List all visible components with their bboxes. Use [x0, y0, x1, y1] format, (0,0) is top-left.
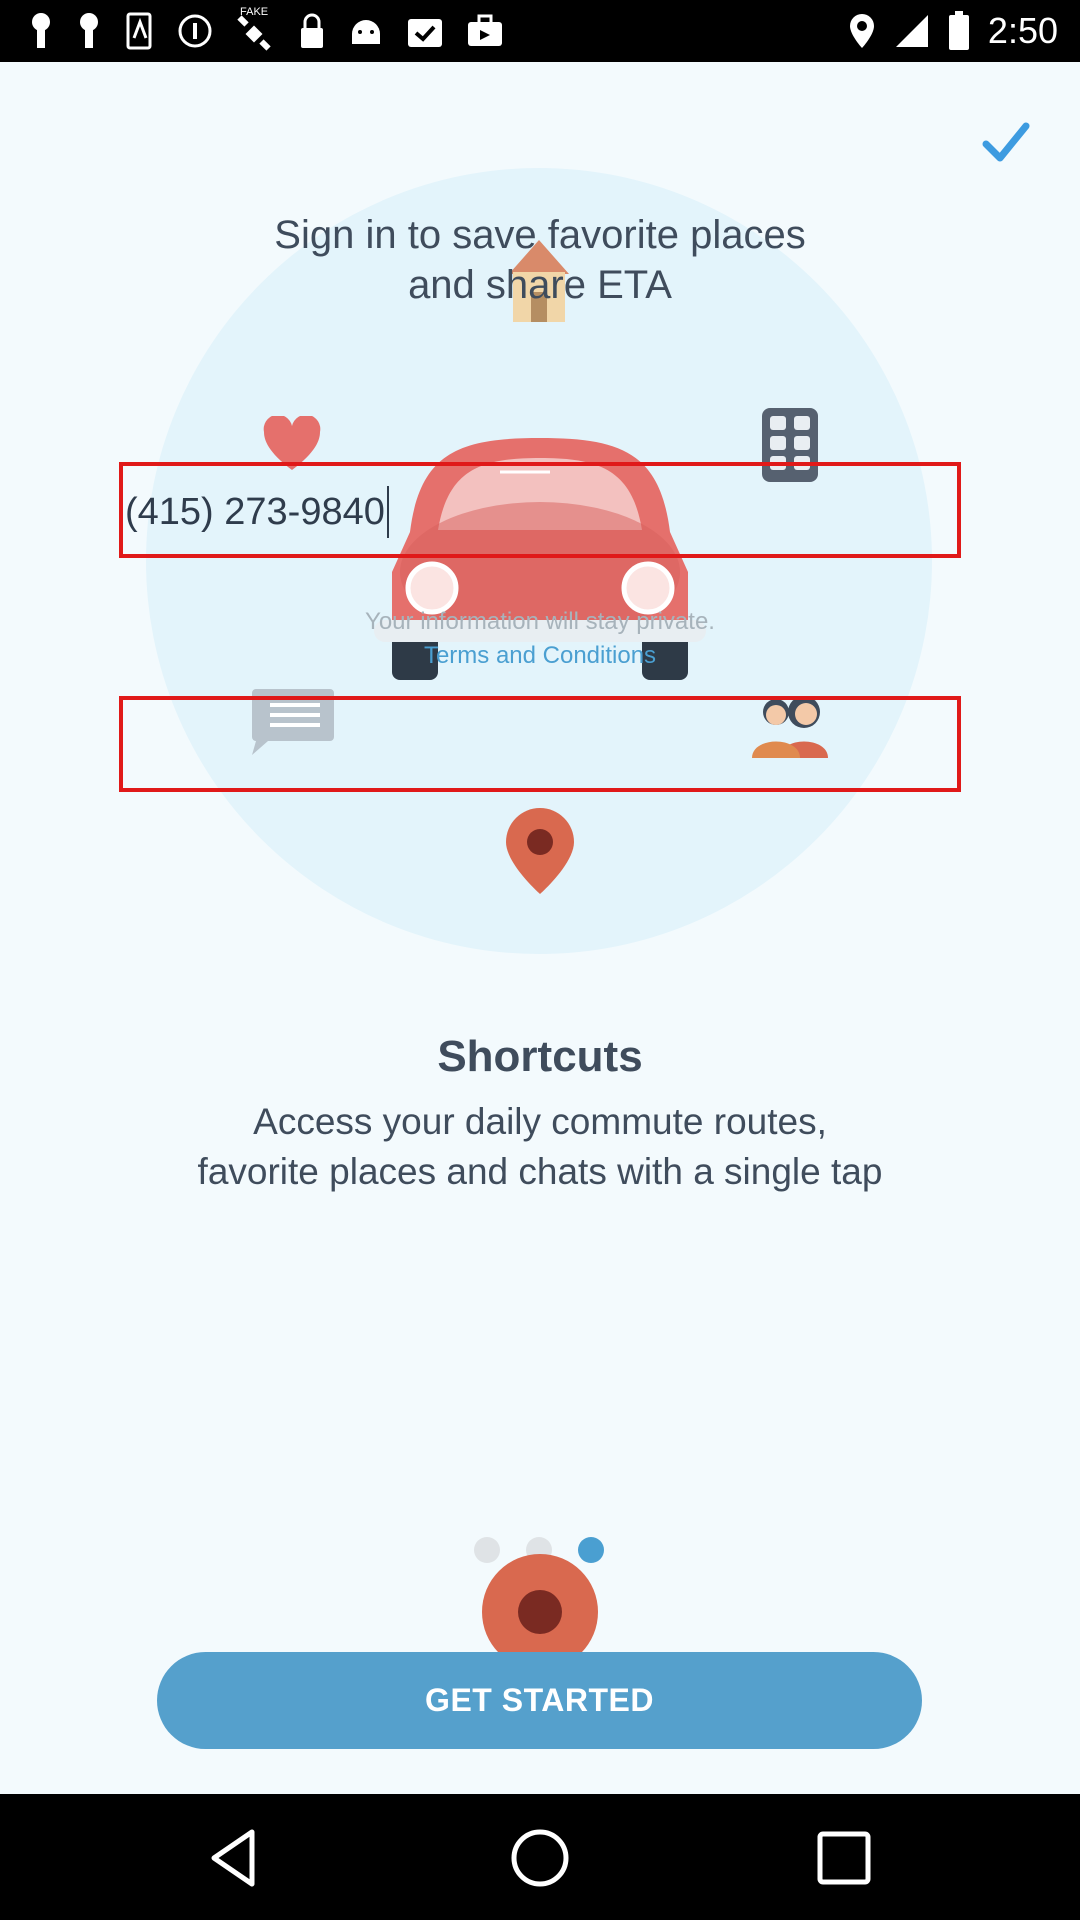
privacy-note: Your information will stay private. [365, 608, 715, 635]
signal-icon [895, 15, 928, 47]
key-icon [32, 13, 50, 48]
satellite-icon: FAKE [234, 6, 276, 52]
location-pin-icon [506, 808, 574, 894]
phone-input[interactable]: (415) 273-9840 [125, 486, 389, 538]
key-icon [80, 13, 98, 48]
status-time: 2:50 [987, 10, 1058, 51]
clipboard-check-icon [408, 19, 442, 47]
terms-link[interactable]: Terms and Conditions [0, 642, 1080, 670]
status-bar: FAKE 2:50 [0, 0, 1080, 62]
location-icon [849, 14, 874, 48]
info-icon [178, 14, 212, 48]
feature-heading: Shortcuts [437, 1032, 643, 1081]
done-check-icon[interactable] [980, 116, 1032, 168]
recents-square-icon[interactable] [812, 1826, 876, 1890]
phone-number-field[interactable]: (415) 273-9840 [119, 462, 961, 558]
phone-input-value: (415) 273-9840 [125, 490, 385, 533]
navigation-bar [0, 1794, 1080, 1920]
feature-description: Access your daily commute routes, favori… [0, 1097, 1080, 1197]
status-icons: FAKE [28, 6, 504, 52]
android-icon [352, 20, 380, 44]
briefcase-icon [468, 14, 502, 46]
location-pin-icon [482, 1554, 598, 1662]
text-cursor [386, 486, 389, 538]
feature-line-2: favorite places and chats with a single … [197, 1151, 883, 1192]
back-triangle-icon[interactable] [204, 1826, 268, 1890]
status-right: 2:50 [848, 8, 1058, 54]
title-line-1: Sign in to save favorite places [274, 213, 806, 257]
screen-icon [126, 12, 152, 50]
feature-line-1: Access your daily commute routes, [253, 1101, 827, 1142]
lock-icon [301, 13, 323, 48]
battery-icon [948, 11, 969, 50]
title-line-2: and share ETA [408, 263, 672, 307]
highlight-box [119, 696, 961, 792]
get-started-button[interactable]: GET STARTED [157, 1652, 922, 1749]
onboarding-screen: Sign in to save favorite places and shar… [0, 62, 1080, 1794]
home-circle-icon[interactable] [508, 1826, 572, 1890]
sign-in-title: Sign in to save favorite places and shar… [0, 210, 1080, 310]
